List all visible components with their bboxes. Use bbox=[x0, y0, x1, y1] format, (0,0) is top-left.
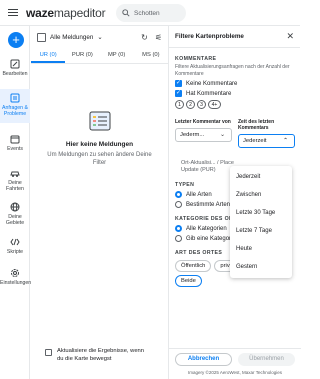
empty-title: Hier keine Meldungen bbox=[65, 141, 134, 148]
chevron-down-icon[interactable]: ⌄ bbox=[97, 34, 102, 41]
list-icon bbox=[10, 93, 20, 103]
category-all-label: Alle Kategorien bbox=[186, 225, 227, 232]
rail-item-events[interactable]: Events bbox=[0, 134, 30, 158]
update-label: Aktualisiere die Ergebnisse, wenn du die… bbox=[57, 348, 145, 362]
search-placeholder: Schotten bbox=[134, 9, 160, 17]
count-pill-2[interactable]: 2 bbox=[186, 100, 195, 109]
chevron-down-icon: ⌄ bbox=[220, 131, 225, 138]
checkbox-checked-icon[interactable]: ✓ bbox=[175, 80, 182, 87]
requests-filter-select[interactable]: Alle Meldungen bbox=[50, 34, 93, 41]
dropdown-option[interactable]: Zwischen bbox=[230, 186, 292, 204]
no-comments-label: Keine Kommentare bbox=[186, 80, 238, 87]
add-button[interactable]: + bbox=[8, 32, 24, 48]
no-comments-option[interactable]: ✓ Keine Kommentare bbox=[175, 80, 295, 87]
search-input[interactable]: Schotten bbox=[116, 4, 186, 22]
time-last-comment-select[interactable]: Jederzeit ⌃ bbox=[238, 134, 295, 148]
chevron-up-icon: ⌃ bbox=[283, 137, 288, 144]
rail-item-edit[interactable]: Bearbeiten bbox=[0, 56, 30, 82]
rail-item-requests[interactable]: Anfragen & Probleme bbox=[0, 89, 30, 123]
empty-list-icon bbox=[89, 111, 110, 131]
filter-list-icon bbox=[37, 32, 46, 42]
logo-bold-text: waze bbox=[26, 5, 54, 20]
rail-label: Deine Gebiete bbox=[5, 214, 25, 226]
requests-panel: Alle Meldungen ⌄ ↻ ⚟ UR (0) PUR (0) MP (… bbox=[31, 26, 168, 379]
logo-rest-text: mapeditor bbox=[53, 5, 106, 20]
rail-label: Einstellungen bbox=[0, 280, 32, 286]
radio-selected-icon[interactable] bbox=[175, 191, 182, 199]
rail-label: Deine Fahrten bbox=[6, 180, 24, 192]
count-pill-4plus[interactable]: 4+ bbox=[208, 100, 221, 109]
request-tabs: UR (0) PUR (0) MP (0) MS (0) bbox=[31, 48, 168, 64]
dropdown-option[interactable]: Letzte 7 Tage bbox=[230, 222, 292, 240]
filter-title: Filtere Kartenprobleme bbox=[175, 33, 244, 40]
apply-button[interactable]: Übernehmen bbox=[238, 353, 295, 366]
tab-ms[interactable]: MS (0) bbox=[134, 48, 168, 63]
radio-icon[interactable] bbox=[175, 235, 182, 243]
cancel-button[interactable]: Abbrechen bbox=[175, 353, 232, 366]
tab-ur[interactable]: UR (0) bbox=[31, 48, 66, 63]
edit-icon bbox=[10, 59, 20, 69]
left-rail: + Bearbeiten Anfragen & Probleme Events … bbox=[0, 26, 32, 379]
code-icon bbox=[10, 238, 20, 246]
rail-label: Anfragen & Probleme bbox=[2, 105, 28, 117]
time-dropdown-menu: Jederzeit Zwischen Letzte 30 Tage Letzte… bbox=[230, 166, 292, 278]
last-comment-by-select[interactable]: Jederm... ⌄ bbox=[175, 128, 232, 142]
update-on-move[interactable]: Aktualisiere die Ergebnisse, wenn du die… bbox=[45, 348, 147, 363]
gear-icon bbox=[11, 269, 19, 277]
radio-icon[interactable] bbox=[175, 201, 182, 209]
dropdown-option[interactable]: Gestern bbox=[230, 258, 292, 276]
empty-state: Hier keine Meldungen Um Meldungen zu seh… bbox=[31, 110, 168, 167]
filter-icon[interactable]: ⚟ bbox=[155, 33, 162, 42]
comment-count-pills: 1 2 3 4+ bbox=[175, 100, 295, 109]
dropdown-option[interactable]: Heute bbox=[230, 240, 292, 258]
last-comment-by-label: Letzter Kommentar von bbox=[175, 119, 231, 125]
requests-header: Alle Meldungen ⌄ ↻ ⚟ bbox=[31, 26, 168, 48]
chip-both[interactable]: Beide bbox=[175, 275, 202, 288]
close-icon[interactable]: ✕ bbox=[286, 31, 300, 42]
filter-footer: Abbrechen Übernehmen Imagery ©2025 AeroW… bbox=[169, 348, 301, 379]
app-logo[interactable]: wazemapeditor bbox=[26, 5, 106, 20]
empty-text: Um Meldungen zu sehen ändere Deine Filte… bbox=[47, 152, 152, 167]
rail-item-settings[interactable]: Einstellungen bbox=[0, 268, 32, 296]
comments-section-desc: Filtere Aktualisierungsanfragen nach der… bbox=[175, 64, 290, 77]
radio-selected-icon[interactable] bbox=[175, 225, 182, 233]
update-checkbox[interactable] bbox=[45, 349, 52, 356]
rail-label: Events bbox=[7, 146, 23, 152]
globe-icon bbox=[10, 202, 20, 212]
rail-item-areas[interactable]: Deine Gebiete bbox=[0, 202, 30, 230]
rail-item-scripts[interactable]: Skripte bbox=[0, 237, 30, 261]
tab-mp[interactable]: MP (0) bbox=[100, 48, 134, 63]
count-pill-3[interactable]: 3 bbox=[197, 100, 206, 109]
car-icon bbox=[10, 171, 20, 177]
request-type-text: Ort-Aktualisi... / Place Update (PUR) bbox=[181, 160, 234, 174]
dropdown-option[interactable]: Jederzeit bbox=[230, 168, 292, 186]
has-comments-label: Hat Kommentare bbox=[186, 90, 232, 97]
tab-pur[interactable]: PUR (0) bbox=[65, 48, 99, 63]
chip-public[interactable]: Öffentlich bbox=[175, 260, 212, 273]
rail-label: Bearbeiten bbox=[2, 71, 28, 77]
rail-label: Skripte bbox=[6, 249, 24, 255]
count-pill-1[interactable]: 1 bbox=[175, 100, 184, 109]
calendar-icon bbox=[10, 135, 20, 144]
search-icon bbox=[122, 9, 130, 17]
top-bar: wazemapeditor Schotten bbox=[0, 0, 300, 26]
has-comments-option[interactable]: ✓ Hat Kommentare bbox=[175, 90, 295, 97]
types-all-label: Alle Arten bbox=[186, 191, 212, 198]
hamburger-menu-icon[interactable] bbox=[0, 0, 26, 26]
imagery-credit: Imagery ©2025 AeroWest, Maxar Technologi… bbox=[188, 370, 282, 375]
last-comment-by-value: Jederm... bbox=[180, 131, 205, 138]
dropdown-option[interactable]: Letzte 30 Tage bbox=[230, 204, 292, 222]
time-last-comment-label: Zeit des letzten Kommentars bbox=[238, 119, 275, 131]
rail-item-drives[interactable]: Deine Fahrten bbox=[0, 168, 30, 196]
filter-header: Filtere Kartenprobleme ✕ bbox=[169, 26, 300, 48]
checkbox-checked-icon[interactable]: ✓ bbox=[175, 90, 182, 97]
types-some-label: Bestimmte Arten bbox=[186, 201, 231, 208]
refresh-icon[interactable]: ↻ bbox=[141, 33, 148, 42]
comments-section-title: KOMMENTARE bbox=[175, 56, 217, 62]
time-last-comment-value: Jederzeit bbox=[243, 137, 267, 144]
last-comment-filters: Letzter Kommentar von Jederm... ⌄ Zeit d… bbox=[175, 119, 295, 148]
request-type-behind: Ort-Aktualisi... / Place Update (PUR) bbox=[175, 160, 235, 174]
